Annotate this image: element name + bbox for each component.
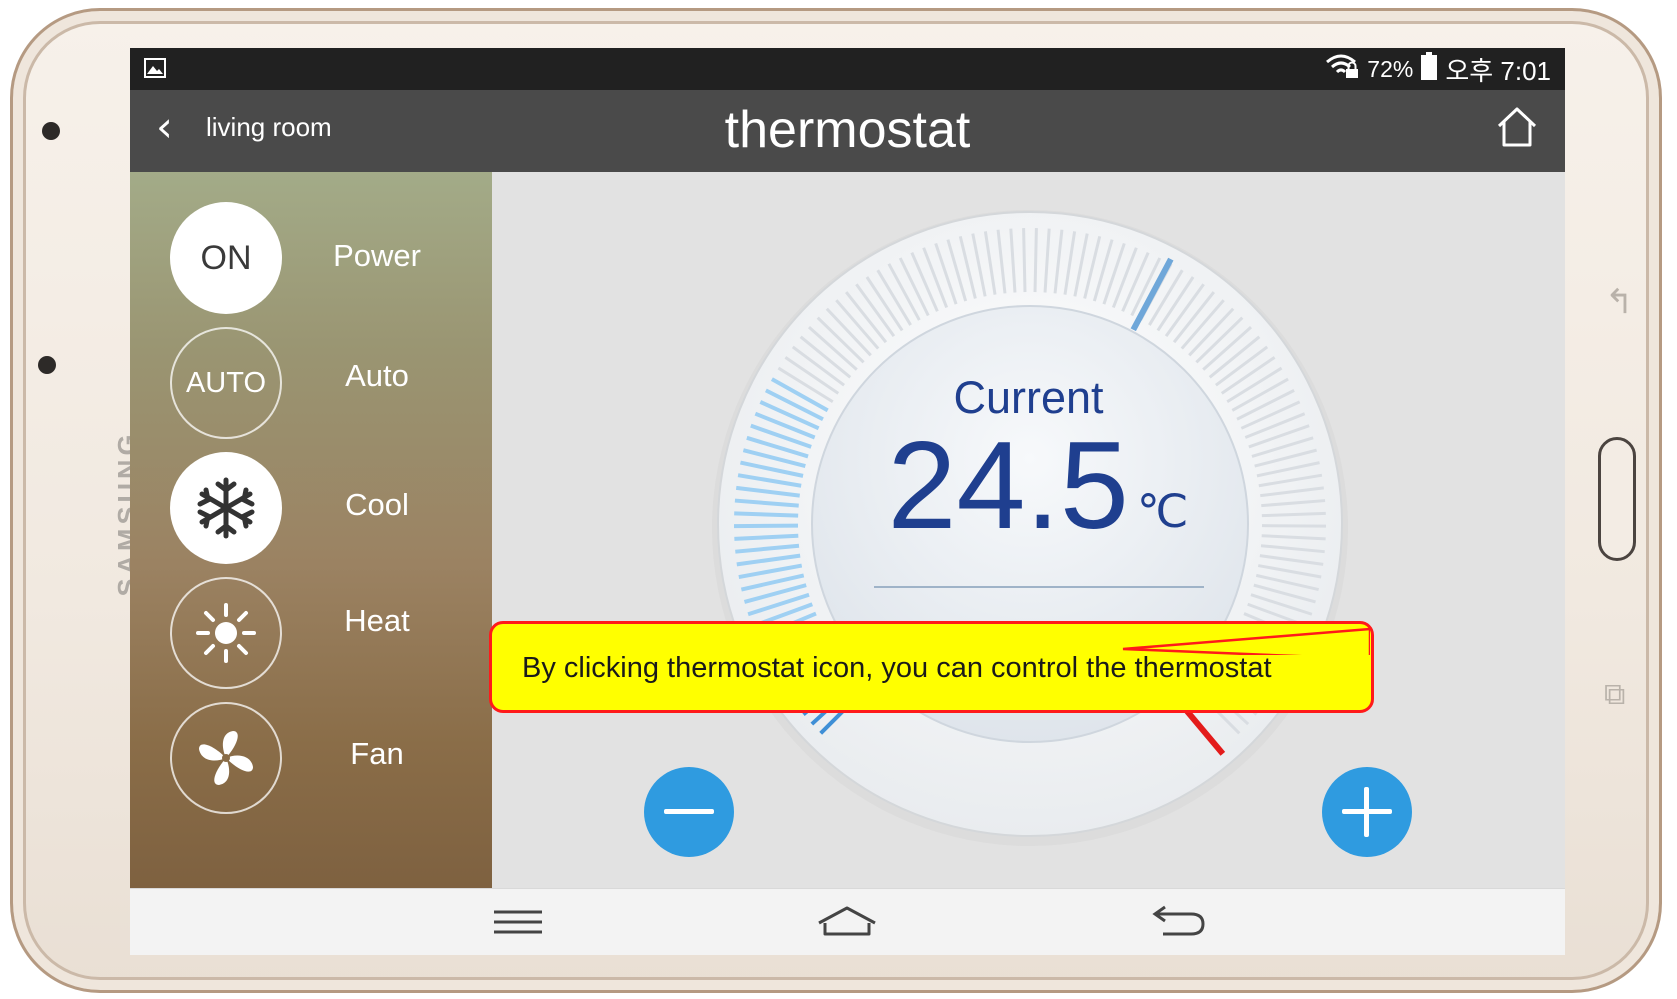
thermostat-dial-area: Current 24.5 ℃: [492, 172, 1565, 888]
plus-icon: [1342, 787, 1392, 837]
callout-pointer: [1122, 627, 1370, 655]
power-button-text: ON: [200, 238, 252, 277]
temperature-unit: ℃: [1136, 485, 1189, 537]
battery-icon: [1421, 52, 1438, 86]
mode-panel: ON Power AUTO Auto Cool Heat Fan: [130, 172, 492, 888]
menu-icon[interactable]: [494, 909, 542, 942]
gallery-notification-icon: [144, 58, 166, 78]
nav-home-icon[interactable]: [817, 905, 877, 942]
screen: 72% 오후 7:01 ‹ living room thermostat ON …: [130, 48, 1565, 955]
status-indicators: 72% 오후 7:01: [1325, 52, 1551, 86]
current-temperature: 24.5 ℃: [868, 424, 1208, 548]
snowflake-icon: [197, 477, 255, 539]
fan-mode-button[interactable]: [170, 702, 282, 814]
power-button[interactable]: ON: [170, 202, 282, 314]
fan-label: Fan: [350, 736, 404, 771]
dial-tick: [1033, 228, 1038, 293]
auto-button-text: AUTO: [185, 366, 267, 399]
battery-percent: 72%: [1367, 55, 1414, 82]
hardware-home-button[interactable]: [1598, 437, 1636, 561]
auto-mode-button[interactable]: AUTO: [170, 327, 282, 439]
nav-back-icon[interactable]: [1151, 903, 1207, 944]
heat-label: Heat: [344, 603, 410, 638]
minus-icon: [664, 809, 714, 814]
temperature-value: 24.5: [887, 417, 1129, 555]
fan-icon: [199, 731, 253, 785]
app-bar: ‹ living room thermostat: [130, 90, 1565, 172]
page-title: thermostat: [724, 101, 971, 159]
front-camera: [42, 122, 60, 140]
dial-tick: [734, 511, 799, 518]
status-bar: 72% 오후 7:01: [130, 48, 1565, 90]
dial-tick: [1022, 228, 1027, 293]
sun-icon: [196, 603, 256, 663]
light-sensor: [38, 356, 56, 374]
cool-label: Cool: [345, 487, 409, 522]
decrease-temperature-button[interactable]: [644, 767, 734, 857]
heat-mode-button[interactable]: [170, 577, 282, 689]
wifi-locked-icon: [1325, 53, 1359, 85]
navigation-bar: [130, 888, 1565, 955]
hardware-recent-apps-icon[interactable]: ⧉: [1604, 677, 1625, 712]
hardware-back-key-icon[interactable]: ↰: [1605, 282, 1634, 322]
clock: 오후 7:01: [1445, 55, 1551, 86]
home-icon[interactable]: [1495, 106, 1539, 153]
cool-mode-button[interactable]: [170, 452, 282, 564]
power-label: Power: [333, 238, 421, 273]
auto-label: Auto: [345, 358, 409, 393]
callout-text: By clicking thermostat icon, you can con…: [522, 652, 1272, 684]
increase-temperature-button[interactable]: [1322, 767, 1412, 857]
